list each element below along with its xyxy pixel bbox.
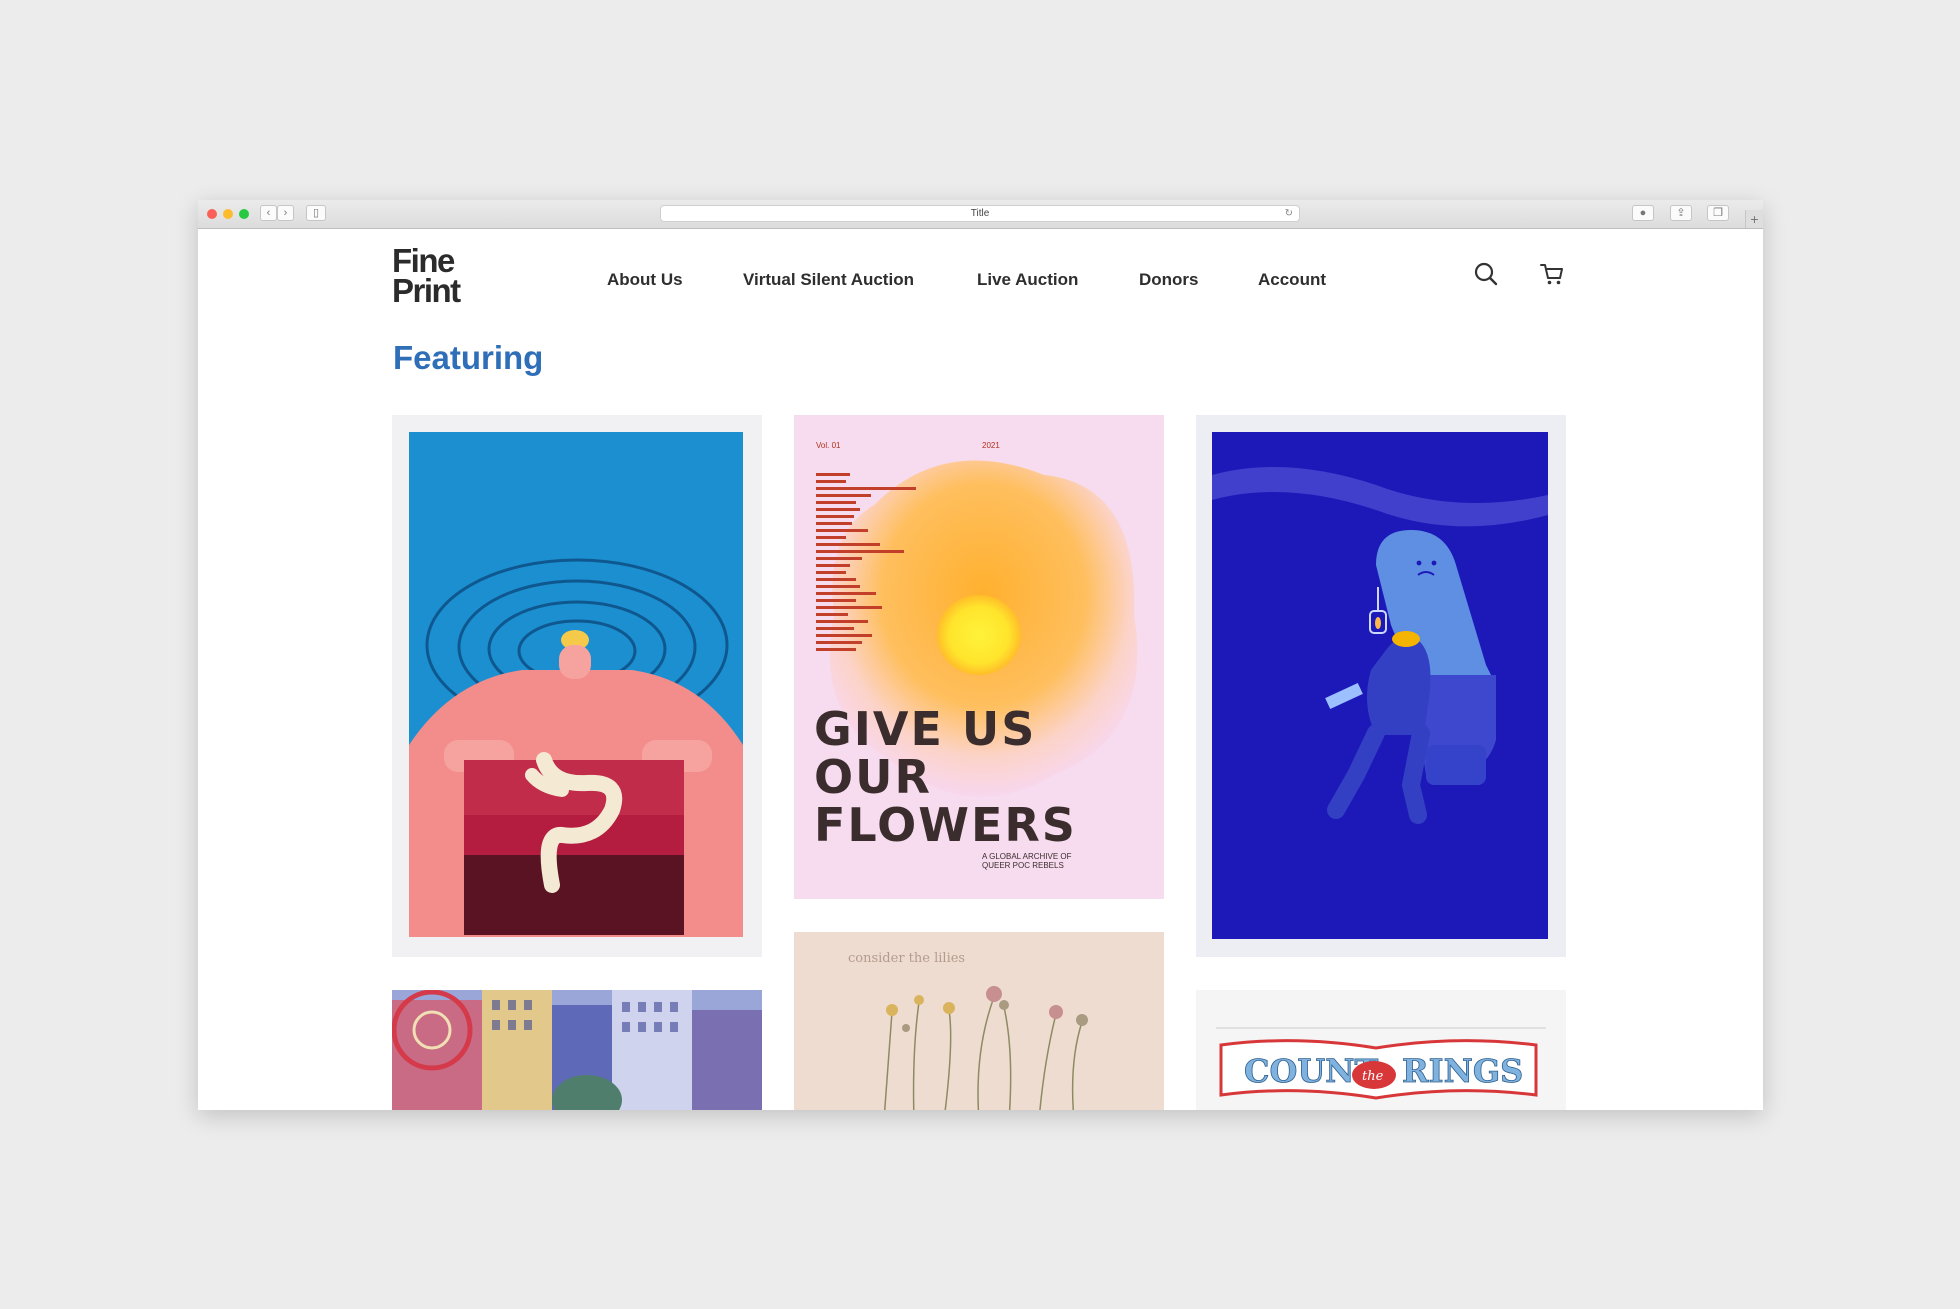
close-window-button[interactable] (207, 209, 217, 219)
flowers-subtitle-line-1: A GLOBAL ARCHIVE OF (982, 852, 1072, 861)
flowers-vol-label: Vol. 01 (816, 441, 841, 450)
zoom-window-button[interactable] (239, 209, 249, 219)
share-icon: ⇪ (1676, 207, 1686, 219)
reload-icon[interactable]: ↻ (1285, 206, 1293, 221)
lilies-caption: consider the lilies (848, 951, 965, 966)
flowers-headline-line-2: OUR (814, 750, 932, 804)
rings-word-3: RINGS (1402, 1052, 1523, 1090)
poster-card-ghost[interactable] (1196, 415, 1566, 957)
back-button[interactable]: ‹ (260, 205, 277, 221)
new-tab-button[interactable]: + (1745, 210, 1763, 228)
poster-card-lilies[interactable]: consider the lilies (794, 932, 1164, 1110)
flowers-poster-image: Vol. 01 2021 GIVE US OUR FLOWERS A GLOBA… (794, 415, 1164, 899)
logo-line-2: Print (392, 272, 461, 309)
worm-poster-image (409, 432, 743, 937)
address-bar[interactable]: Title ↻ (660, 205, 1300, 222)
browser-window: ‹ › ▯ Title ↻ ● ⇪ ❐ + Fine Print About U… (198, 200, 1763, 1110)
poster-card-city[interactable] (392, 990, 762, 1110)
site-logo[interactable]: Fine Print (392, 244, 461, 309)
share-button[interactable]: ⇪ (1670, 205, 1692, 221)
rings-word-2: the (1362, 1069, 1384, 1084)
city-poster-image (392, 990, 762, 1110)
download-icon: ● (1639, 207, 1647, 219)
nav-about-us[interactable]: About Us (607, 270, 683, 290)
minimize-window-button[interactable] (223, 209, 233, 219)
poster-card-worm[interactable] (392, 415, 762, 957)
rings-poster-image: COUNT the RINGS (1196, 990, 1566, 1110)
flowers-headline-line-1: GIVE US (814, 702, 1036, 756)
nav-live-auction[interactable]: Live Auction (977, 270, 1078, 290)
nav-donors[interactable]: Donors (1139, 270, 1199, 290)
poster-card-flowers[interactable]: Vol. 01 2021 GIVE US OUR FLOWERS A GLOBA… (794, 415, 1164, 899)
ghost-poster-image (1212, 432, 1548, 939)
nav-account[interactable]: Account (1258, 270, 1326, 290)
search-icon[interactable] (1473, 261, 1499, 287)
sidebar-icon: ▯ (312, 207, 320, 219)
flowers-subtitle-line-2: QUEER POC REBELS (982, 861, 1064, 870)
plus-icon: + (1750, 211, 1759, 227)
poster-card-rings[interactable]: COUNT the RINGS (1196, 990, 1566, 1110)
browser-toolbar: ‹ › ▯ Title ↻ ● ⇪ ❐ + (198, 200, 1763, 229)
sidebar-button[interactable]: ▯ (306, 205, 326, 221)
tabs-icon: ❐ (1713, 207, 1723, 219)
chevron-left-icon: ‹ (266, 207, 271, 219)
downloads-button[interactable]: ● (1632, 205, 1654, 221)
chevron-right-icon: › (283, 207, 288, 219)
flowers-headline-line-3: FLOWERS (814, 798, 1077, 852)
forward-button[interactable]: › (277, 205, 294, 221)
page-title: Title (970, 208, 990, 219)
nav-virtual-silent-auction[interactable]: Virtual Silent Auction (743, 270, 914, 290)
cart-icon[interactable] (1539, 261, 1565, 287)
featuring-heading: Featuring (393, 339, 544, 376)
tabs-button[interactable]: ❐ (1707, 205, 1729, 221)
flowers-year-label: 2021 (982, 441, 1000, 450)
lilies-poster-image: consider the lilies (794, 932, 1164, 1110)
